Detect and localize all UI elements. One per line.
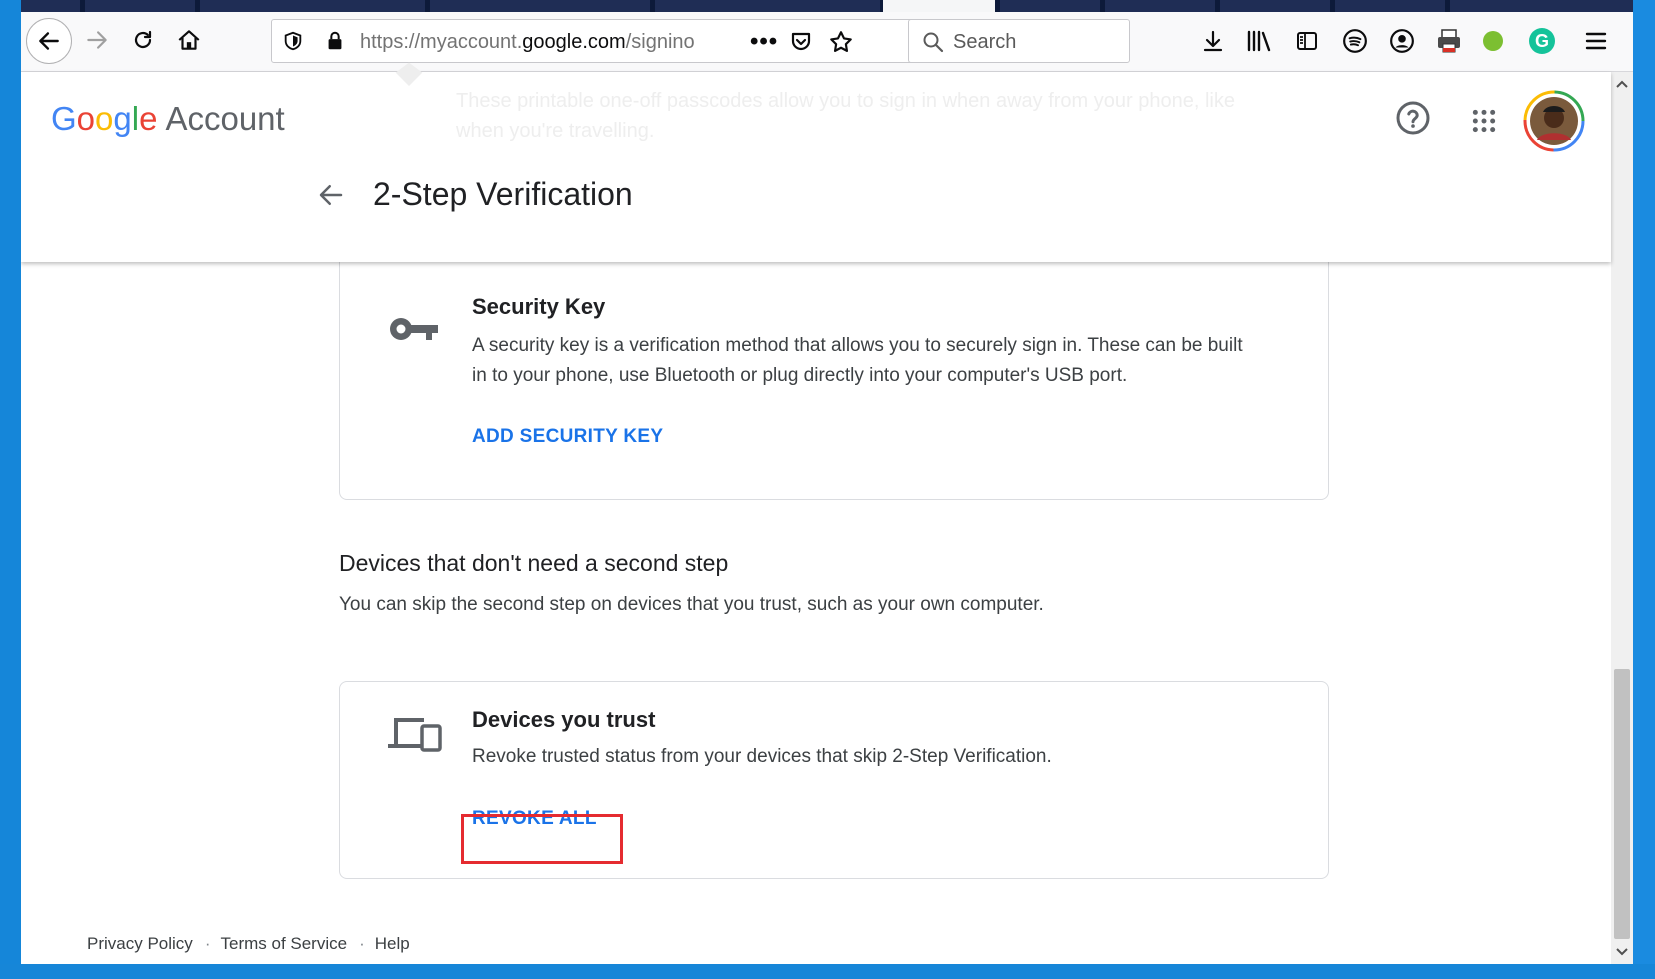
url-domain: google.com — [522, 31, 626, 53]
tab-active[interactable] — [883, 0, 995, 12]
tab[interactable] — [655, 0, 880, 12]
lock-icon[interactable] — [324, 29, 346, 53]
desktop-background-left — [0, 0, 21, 979]
privacy-policy-link[interactable]: Privacy Policy — [87, 934, 193, 953]
home-icon — [178, 30, 200, 50]
apps-grid-icon[interactable] — [1471, 108, 1497, 134]
tab[interactable] — [430, 0, 650, 12]
arrow-right-icon — [87, 31, 107, 49]
menu-hamburger-icon[interactable] — [1584, 30, 1608, 52]
scrollbar-thumb[interactable] — [1614, 669, 1630, 939]
logo-letter: g — [113, 100, 132, 137]
back-button[interactable] — [26, 18, 72, 64]
status-green-dot-icon[interactable] — [1483, 31, 1503, 51]
footer-separator: · — [359, 934, 365, 953]
url-text[interactable]: https://myaccount.google.com/signino — [360, 31, 730, 54]
tab[interactable] — [85, 0, 195, 12]
devices-section-title: Devices that don't need a second step — [339, 550, 729, 576]
devices-you-trust-title: Devices you trust — [472, 707, 656, 732]
desktop-top-strip — [0, 0, 1655, 12]
home-button[interactable] — [169, 20, 209, 60]
google-account-header: These printable one-off passcodes allow … — [21, 62, 1611, 262]
faded-scrolled-text: These printable one-off passcodes allow … — [456, 90, 1235, 142]
arrow-left-icon — [39, 32, 59, 50]
browser-window: https://myaccount.google.com/signino •••… — [21, 12, 1633, 964]
forward-button[interactable] — [77, 20, 117, 60]
url-bar[interactable]: https://myaccount.google.com/signino ••• — [271, 19, 913, 63]
page-title: 2-Step Verification — [373, 176, 633, 212]
page-actions-menu-icon[interactable]: ••• — [750, 28, 778, 56]
library-icon[interactable] — [1246, 29, 1272, 53]
devices-icon — [388, 718, 442, 752]
bookmark-star-icon[interactable] — [828, 29, 854, 55]
security-key-description: A security key is a verification method … — [472, 335, 1243, 386]
terms-of-service-link[interactable]: Terms of Service — [220, 934, 347, 953]
tab[interactable] — [1105, 0, 1215, 12]
account-circle-icon[interactable] — [1389, 28, 1415, 54]
shield-icon[interactable] — [282, 30, 304, 52]
desktop-background-bottom — [0, 964, 1655, 979]
google-account-logo[interactable]: Google Account — [51, 100, 285, 138]
pocket-icon[interactable] — [789, 30, 813, 54]
add-security-key-button[interactable]: ADD SECURITY KEY — [472, 426, 663, 448]
devices-section-description: You can skip the second step on devices … — [339, 594, 1044, 615]
revoke-all-highlight-box — [461, 814, 623, 864]
security-key-title: Security Key — [472, 294, 606, 319]
tab[interactable] — [1335, 0, 1445, 12]
desktop-background-right — [1633, 0, 1655, 979]
grammarly-icon[interactable]: G — [1529, 28, 1555, 54]
back-arrow-icon[interactable] — [316, 180, 346, 210]
security-key-card: Security Key A security key is a verific… — [339, 242, 1329, 500]
search-icon — [923, 32, 944, 53]
logo-letter: o — [76, 100, 96, 137]
url-prefix: https://myaccount. — [360, 31, 523, 53]
logo-letter: o — [95, 100, 114, 137]
tab[interactable] — [1000, 0, 1100, 12]
vertical-scrollbar[interactable] — [1611, 72, 1633, 964]
print-pdf-icon[interactable] — [1435, 27, 1463, 55]
logo-account-label: Account — [165, 100, 285, 137]
reload-button[interactable] — [123, 20, 163, 60]
browser-toolbar: https://myaccount.google.com/signino •••… — [21, 12, 1633, 72]
devices-you-trust-description: Revoke trusted status from your devices … — [472, 746, 1052, 767]
faded-printer-icon — [395, 62, 423, 86]
avatar[interactable] — [1523, 90, 1585, 152]
key-icon — [390, 318, 438, 340]
tab[interactable] — [1450, 0, 1633, 12]
logo-letter: l — [131, 100, 140, 137]
help-icon[interactable] — [1395, 100, 1431, 136]
logo-letter: e — [139, 100, 158, 137]
page-content: These printable one-off passcodes allow … — [21, 62, 1611, 964]
sidebar-icon[interactable] — [1295, 29, 1319, 53]
reload-icon — [134, 30, 152, 49]
spotify-icon[interactable] — [1342, 28, 1368, 54]
logo-letter: G — [51, 100, 77, 137]
scroll-up-icon[interactable] — [1615, 78, 1629, 90]
scroll-down-icon[interactable] — [1615, 946, 1629, 958]
tab[interactable] — [20, 0, 80, 12]
download-icon[interactable] — [1201, 29, 1225, 53]
footer-separator: · — [204, 934, 211, 953]
tab[interactable] — [1220, 0, 1330, 12]
help-link[interactable]: Help — [375, 934, 410, 953]
search-bar[interactable]: Search — [908, 19, 1130, 63]
footer: Privacy Policy · Terms of Service · Help — [87, 934, 420, 954]
search-placeholder: Search — [953, 31, 1017, 53]
url-suffix: /signino — [625, 31, 695, 53]
tab[interactable] — [200, 0, 425, 12]
